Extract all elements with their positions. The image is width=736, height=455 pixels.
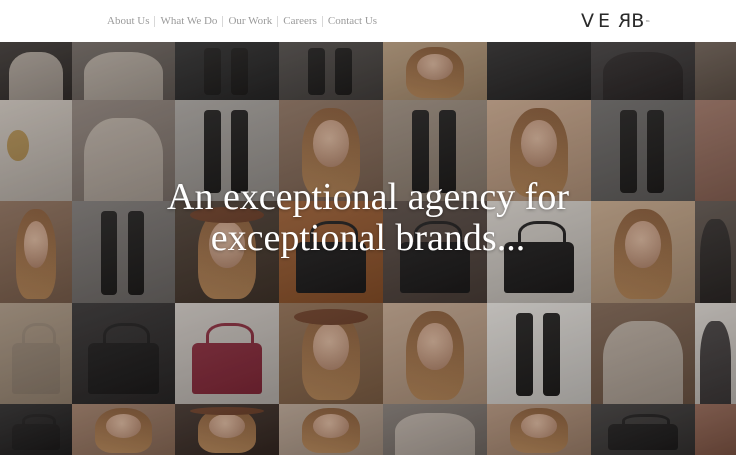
site-header: About Us What We Do Our Work Careers Con… (0, 0, 736, 42)
nav-careers[interactable]: Careers (278, 14, 322, 28)
nav-what-we-do[interactable]: What We Do (155, 14, 222, 28)
logo-text: VERB (581, 10, 649, 32)
verb-logo[interactable]: VERB™ (581, 10, 653, 32)
hero-line-1: An exceptional agency for (167, 176, 569, 218)
hero-headline: An exceptional agency for exceptional br… (0, 177, 736, 259)
nav-our-work[interactable]: Our Work (223, 14, 277, 28)
nav-contact-us[interactable]: Contact Us (323, 14, 382, 28)
nav-about-us[interactable]: About Us (102, 14, 154, 28)
trademark-mark: ™ (645, 20, 651, 26)
main-nav: About Us What We Do Our Work Careers Con… (102, 14, 382, 28)
hero-line-2: exceptional brands... (210, 217, 526, 259)
